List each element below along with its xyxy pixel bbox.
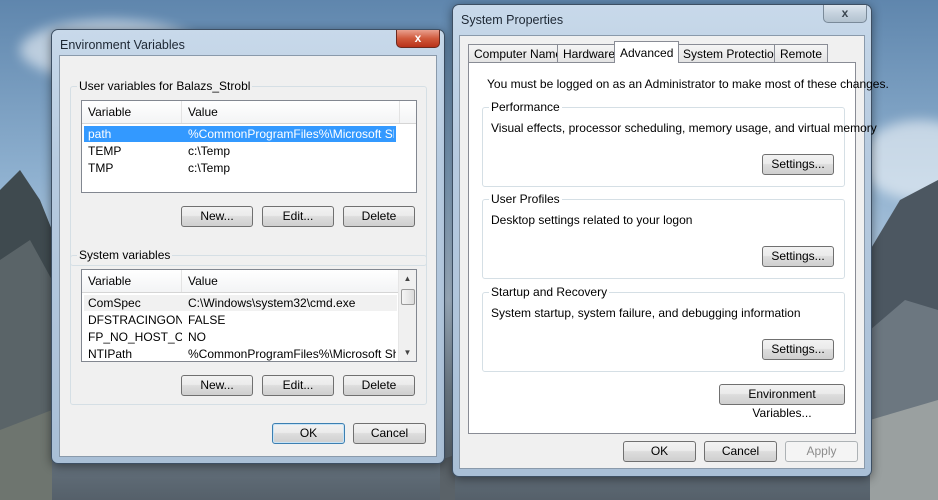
dialog-client-area: Computer Name Hardware Advanced System P… xyxy=(459,35,889,469)
performance-description: Visual effects, processor scheduling, me… xyxy=(491,121,877,135)
value-cell: c:\Temp xyxy=(188,161,231,175)
tab-remote[interactable]: Remote xyxy=(774,44,829,63)
system-new-button[interactable]: New... xyxy=(181,375,253,396)
window-title: Environment Variables xyxy=(60,38,185,52)
table-row[interactable]: ComSpec C:\Windows\system32\cmd.exe xyxy=(84,295,397,311)
system-edit-button[interactable]: Edit... xyxy=(262,375,334,396)
vertical-scrollbar[interactable]: ▲ ▼ xyxy=(398,270,416,361)
cancel-button[interactable]: Cancel xyxy=(704,441,777,462)
tab-hardware[interactable]: Hardware xyxy=(557,44,622,63)
startup-recovery-settings-button[interactable]: Settings... xyxy=(762,339,834,360)
table-row[interactable]: NTIPath %CommonProgramFiles%\Microsoft S… xyxy=(84,346,397,361)
startup-recovery-description: System startup, system failure, and debu… xyxy=(491,306,801,320)
value-cell: NO xyxy=(188,330,206,344)
system-variables-group: System variables Variable Value ComSpec … xyxy=(70,248,427,405)
user-profiles-description: Desktop settings related to your logon xyxy=(491,213,693,227)
user-edit-button[interactable]: Edit... xyxy=(262,206,334,227)
value-cell: FALSE xyxy=(188,313,226,327)
value-cell: %CommonProgramFiles%\Microsoft Sh... xyxy=(188,347,396,361)
value-cell: %CommonProgramFiles%\Microsoft Sh... xyxy=(188,127,394,141)
startup-recovery-group: Startup and Recovery System startup, sys… xyxy=(482,285,845,372)
list-header: Variable Value xyxy=(82,270,399,293)
variable-cell: DFSTRACINGON xyxy=(88,313,182,327)
column-header-variable[interactable]: Variable xyxy=(82,270,182,292)
tab-system-protection[interactable]: System Protection xyxy=(677,44,787,63)
environment-variables-button[interactable]: Environment Variables... xyxy=(719,384,845,420)
user-variables-label: User variables for Balazs_Strobl xyxy=(77,79,253,93)
variable-cell: FP_NO_HOST_C... xyxy=(88,330,182,344)
tab-advanced[interactable]: Advanced xyxy=(614,41,680,63)
user-profiles-settings-button[interactable]: Settings... xyxy=(762,246,834,267)
user-delete-button[interactable]: Delete xyxy=(343,206,415,227)
variable-cell: path xyxy=(88,127,112,141)
tab-computer-name[interactable]: Computer Name xyxy=(468,44,569,63)
apply-button[interactable]: Apply xyxy=(785,441,858,462)
ok-button[interactable]: OK xyxy=(272,423,345,444)
cancel-button[interactable]: Cancel xyxy=(353,423,426,444)
user-variables-list[interactable]: Variable Value path %CommonProgramFiles%… xyxy=(81,100,417,193)
column-header-variable[interactable]: Variable xyxy=(82,101,182,123)
value-cell: C:\Windows\system32\cmd.exe xyxy=(188,296,356,310)
value-cell: c:\Temp xyxy=(188,144,231,158)
close-button[interactable]: x xyxy=(823,5,867,23)
scroll-up-arrow-icon[interactable]: ▲ xyxy=(399,270,416,287)
admin-notice: You must be logged on as an Administrato… xyxy=(487,77,889,91)
column-header-value[interactable]: Value xyxy=(182,101,400,123)
performance-settings-button[interactable]: Settings... xyxy=(762,154,834,175)
table-row[interactable]: path %CommonProgramFiles%\Microsoft Sh..… xyxy=(84,126,396,142)
system-variables-label: System variables xyxy=(77,248,173,262)
system-variables-list[interactable]: Variable Value ComSpec C:\Windows\system… xyxy=(81,269,417,362)
user-profiles-group: User Profiles Desktop settings related t… xyxy=(482,192,845,279)
column-header-value[interactable]: Value xyxy=(182,270,399,292)
performance-group: Performance Visual effects, processor sc… xyxy=(482,100,877,187)
performance-label: Performance xyxy=(489,100,562,114)
scroll-down-arrow-icon[interactable]: ▼ xyxy=(399,344,416,361)
system-delete-button[interactable]: Delete xyxy=(343,375,415,396)
table-row[interactable]: DFSTRACINGON FALSE xyxy=(84,312,397,328)
advanced-tab-page: You must be logged on as an Administrato… xyxy=(468,62,889,434)
close-button[interactable]: x xyxy=(396,30,440,48)
variable-cell: TMP xyxy=(88,161,114,175)
system-properties-window: System Properties x Computer Name Hardwa… xyxy=(452,4,889,477)
window-title: System Properties xyxy=(461,13,564,27)
user-new-button[interactable]: New... xyxy=(181,206,253,227)
scroll-thumb[interactable] xyxy=(401,289,415,305)
ok-button[interactable]: OK xyxy=(623,441,696,462)
table-row[interactable]: TMP c:\Temp xyxy=(84,160,396,176)
startup-recovery-label: Startup and Recovery xyxy=(489,285,610,299)
dialog-client-area: User variables for Balazs_Strobl Variabl… xyxy=(59,55,437,457)
variable-cell: TEMP xyxy=(88,144,122,158)
list-header: Variable Value xyxy=(82,101,416,124)
table-row[interactable]: TEMP c:\Temp xyxy=(84,143,396,159)
table-row[interactable]: FP_NO_HOST_C... NO xyxy=(84,329,397,345)
variable-cell: ComSpec xyxy=(88,296,141,310)
user-profiles-label: User Profiles xyxy=(489,192,562,206)
variable-cell: NTIPath xyxy=(88,347,133,361)
environment-variables-window: Environment Variables x User variables f… xyxy=(51,29,445,464)
user-variables-group: User variables for Balazs_Strobl Variabl… xyxy=(70,79,427,266)
